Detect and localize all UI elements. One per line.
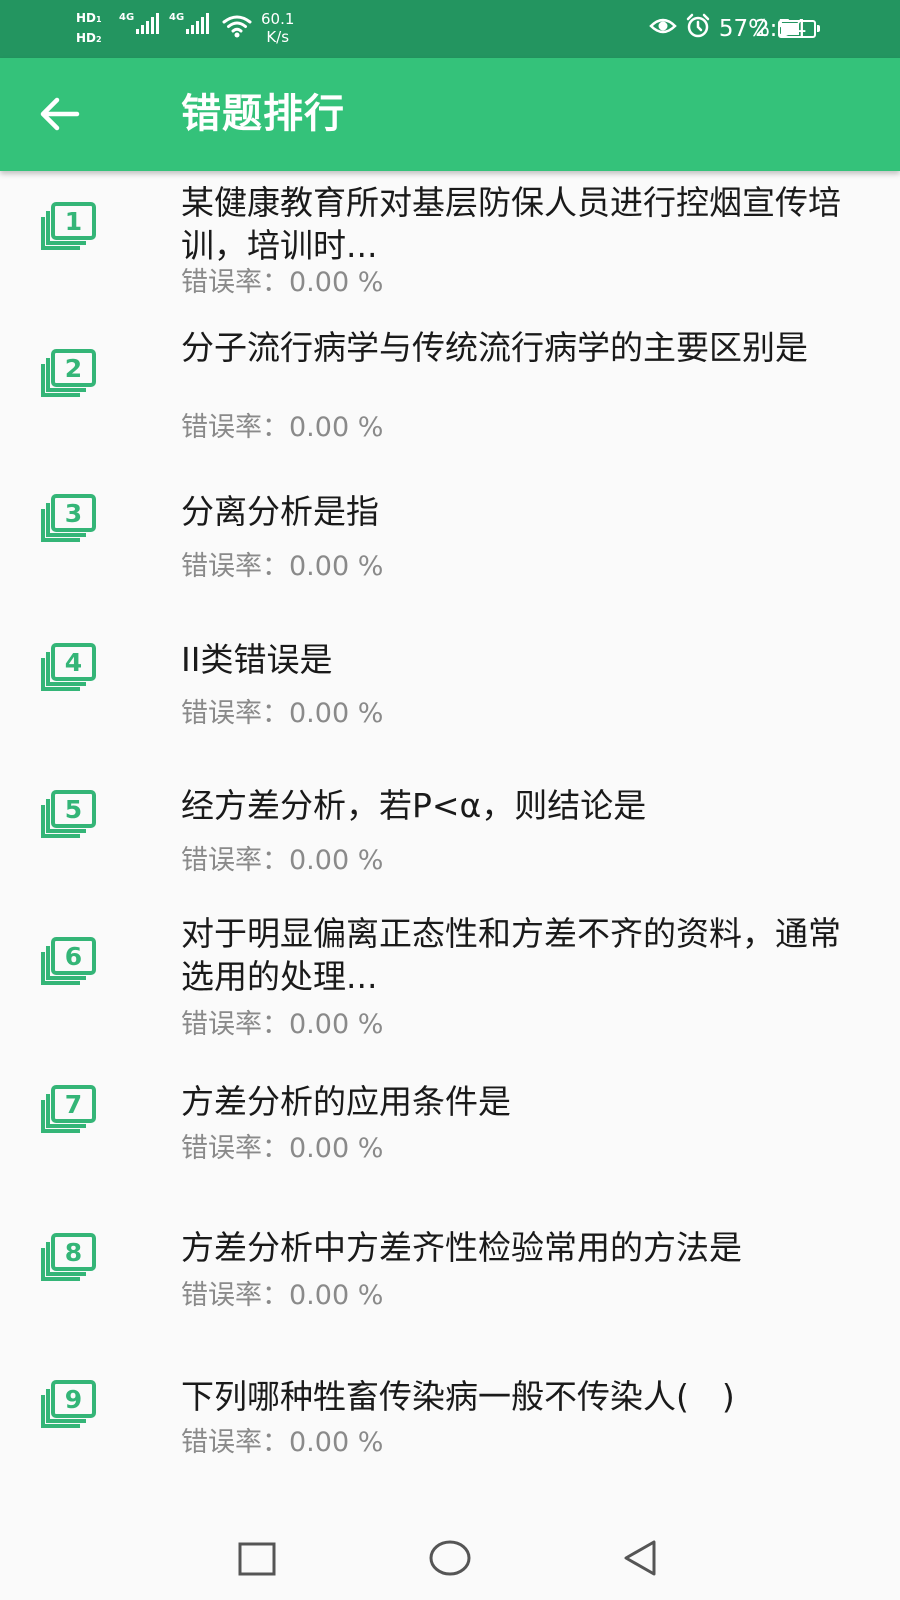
hd2-indicator: HD2 bbox=[76, 31, 102, 45]
question-text: 下列哪种牲畜传染病一般不传染人( ) bbox=[181, 1377, 735, 1416]
status-bar: HD1 HD2 4G 4G 60.1 K/s 57% 2:54 bbox=[0, 0, 900, 58]
error-rate: 错误率：0.00 % bbox=[181, 698, 384, 729]
question-text: 某健康教育所对基层防保人员进行控烟宣传培训，培训时... bbox=[181, 183, 841, 265]
back-nav-button[interactable] bbox=[600, 1516, 680, 1600]
rank-badge-icon: 5 bbox=[41, 790, 96, 838]
hd1-indicator: HD1 bbox=[76, 11, 102, 25]
error-rate: 错误率：0.00 % bbox=[181, 551, 384, 582]
question-text: II类错误是 bbox=[181, 640, 333, 679]
rank-number: 3 bbox=[65, 499, 82, 528]
rank-number: 7 bbox=[65, 1090, 82, 1119]
recents-square-icon bbox=[238, 1542, 276, 1576]
error-rate: 错误率：0.00 % bbox=[181, 412, 384, 443]
error-rate: 错误率：0.00 % bbox=[181, 1427, 384, 1458]
rank-badge-icon: 8 bbox=[41, 1233, 96, 1281]
question-text: 方差分析中方差齐性检验常用的方法是 bbox=[181, 1228, 742, 1267]
page-title: 错题排行 bbox=[181, 91, 345, 137]
alarm-icon bbox=[685, 13, 711, 45]
rank-number: 1 bbox=[65, 207, 82, 236]
error-rate: 错误率：0.00 % bbox=[181, 845, 384, 876]
rank-badge-icon: 1 bbox=[41, 202, 96, 250]
error-rate: 错误率：0.00 % bbox=[181, 267, 384, 298]
rank-badge-icon: 3 bbox=[41, 494, 96, 542]
home-circle-icon bbox=[429, 1540, 471, 1576]
eye-icon bbox=[649, 16, 677, 42]
rank-number: 6 bbox=[65, 942, 82, 971]
error-rate: 错误率：0.00 % bbox=[181, 1133, 384, 1164]
question-text: 分离分析是指 bbox=[181, 492, 379, 531]
rank-badge-icon: 6 bbox=[41, 937, 96, 985]
rank-number: 2 bbox=[65, 354, 82, 383]
back-triangle-icon bbox=[624, 1540, 656, 1576]
rank-number: 4 bbox=[65, 648, 82, 677]
rank-badge-icon: 9 bbox=[41, 1380, 96, 1428]
signal-icon-2: 4G bbox=[169, 12, 210, 34]
rank-number: 9 bbox=[65, 1385, 82, 1414]
recents-button[interactable] bbox=[217, 1516, 297, 1600]
rank-badge-icon: 7 bbox=[41, 1085, 96, 1133]
rank-number: 8 bbox=[65, 1238, 82, 1267]
net-speed: 60.1 K/s bbox=[261, 10, 295, 46]
rank-badge-icon: 4 bbox=[41, 643, 96, 691]
error-rate: 错误率：0.00 % bbox=[181, 1280, 384, 1311]
system-nav-bar bbox=[0, 1516, 900, 1600]
home-button[interactable] bbox=[410, 1516, 490, 1600]
rank-number: 5 bbox=[65, 795, 82, 824]
wifi-icon bbox=[222, 14, 252, 42]
signal-icon: 4G bbox=[119, 12, 160, 34]
error-rate: 错误率：0.00 % bbox=[181, 1009, 384, 1040]
question-text: 对于明显偏离正态性和方差不齐的资料，通常选用的处理... bbox=[181, 914, 841, 996]
app-bar: 错题排行 bbox=[0, 58, 900, 171]
arrow-left-icon bbox=[40, 97, 80, 131]
question-text: 经方差分析，若P<α，则结论是 bbox=[181, 786, 647, 825]
question-text: 方差分析的应用条件是 bbox=[181, 1082, 511, 1121]
question-text: 分子流行病学与传统流行病学的主要区别是 bbox=[181, 328, 808, 367]
hd-indicators: HD1 HD2 bbox=[76, 9, 102, 49]
back-button[interactable] bbox=[30, 84, 90, 144]
rank-badge-icon: 2 bbox=[41, 349, 96, 397]
clock-time: 2:54 bbox=[755, 16, 807, 42]
